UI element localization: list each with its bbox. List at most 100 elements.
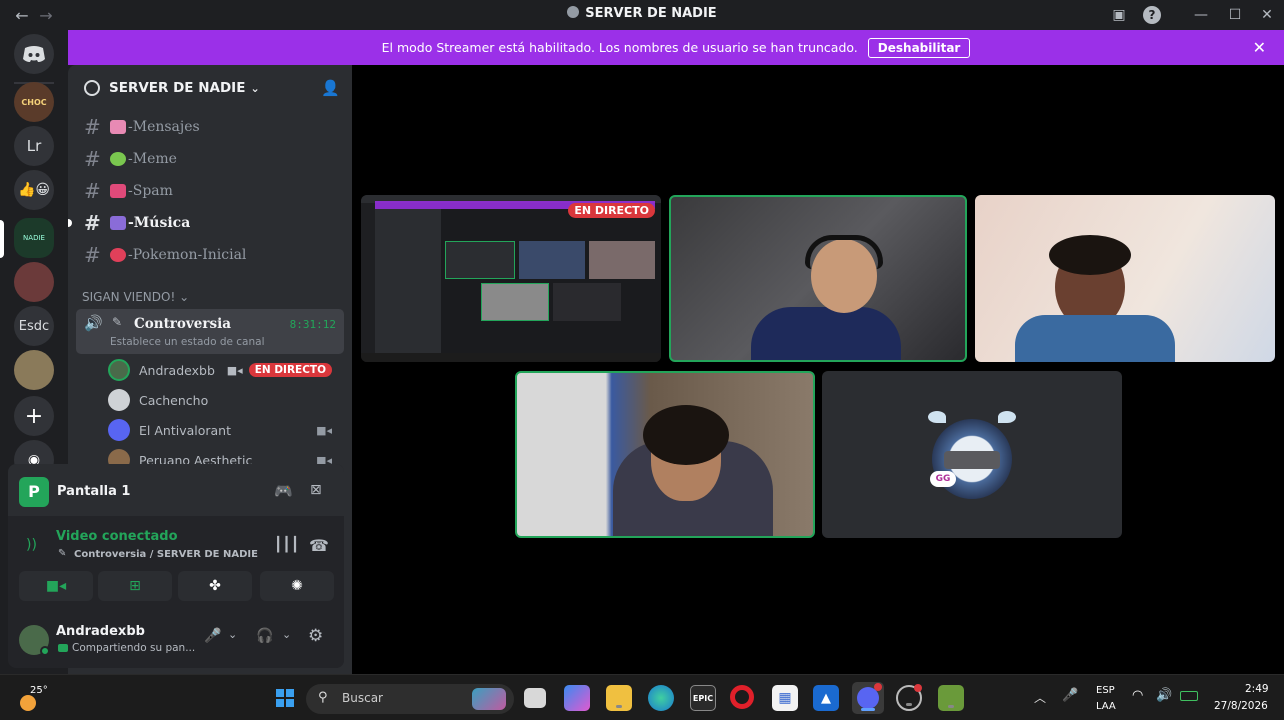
video-tile-2[interactable]	[669, 195, 967, 362]
disable-streamer-button[interactable]: Deshabilitar	[867, 37, 971, 58]
signal-icon: ))	[26, 537, 37, 553]
voice-channel-controversia[interactable]: 🔊 ✎ Controversia 8:31:12 Establece un es…	[76, 309, 344, 354]
online-status-dot	[40, 646, 50, 656]
activity-icon	[58, 644, 68, 652]
inbox-icon[interactable]: ▣	[1110, 6, 1128, 24]
guild-avatar-icon[interactable]	[14, 262, 54, 302]
copilot-icon[interactable]	[564, 685, 590, 711]
channel-musica[interactable]: # -Música	[76, 208, 344, 238]
user-area: Andradexbb Compartiendo su pan... 🎤 ⌄ 🎧 …	[8, 612, 344, 668]
disconnect-icon[interactable]: ☎	[309, 536, 329, 555]
help-icon[interactable]: ?	[1143, 6, 1161, 24]
avatar	[108, 389, 130, 411]
settings-gear-icon[interactable]: ⚙	[308, 626, 323, 646]
add-member-icon[interactable]: 👤	[321, 79, 340, 97]
guild-emoji-icon[interactable]: 👍😀	[14, 170, 54, 210]
remote-icon[interactable]: ▲	[813, 685, 839, 711]
video-stage: EN DIRECTO GG	[352, 65, 1284, 674]
gamepad-icon[interactable]: 🎮	[274, 482, 293, 500]
channel-meme[interactable]: # -Meme	[76, 144, 344, 174]
activities-icon: ✤	[209, 578, 221, 594]
pencil-icon: ✎	[58, 548, 67, 559]
add-server-icon[interactable]: +	[14, 396, 54, 436]
mail-emoji-icon	[110, 120, 126, 134]
start-button[interactable]	[272, 685, 298, 711]
chevron-up-icon[interactable]: ︿	[1034, 689, 1046, 706]
video-tile-4[interactable]	[515, 371, 815, 538]
search-highlight-icon	[472, 688, 506, 710]
channel-pokemon-inicial[interactable]: # -Pokemon-Inicial	[76, 240, 344, 270]
weather-icon	[20, 695, 36, 711]
music-emoji-icon	[110, 216, 126, 230]
camera-button[interactable]: ■◂	[19, 571, 93, 601]
server-header[interactable]: SERVER DE NADIE ⌄ 👤	[68, 65, 352, 111]
discord-taskbar-icon[interactable]	[852, 682, 884, 714]
video-tile-3[interactable]	[975, 195, 1275, 362]
hash-icon: #	[84, 147, 101, 171]
close-banner-icon[interactable]: ✕	[1253, 38, 1266, 57]
camera-icon: ■◂	[226, 363, 243, 377]
minecraft-icon[interactable]	[938, 685, 964, 711]
noise-suppression-icon[interactable]: ┃┃┃	[274, 537, 299, 553]
microphone-tray-icon[interactable]: 🎤	[1062, 688, 1078, 703]
close-window-icon[interactable]: ✕	[1258, 6, 1276, 24]
live-badge: EN DIRECTO	[568, 203, 655, 218]
chevron-down-icon[interactable]: ⌄	[228, 628, 237, 641]
maximize-icon[interactable]: ☐	[1226, 6, 1244, 24]
obs-icon[interactable]	[896, 684, 922, 711]
volume-icon[interactable]: 🔊	[1156, 688, 1172, 703]
minimize-icon[interactable]: —	[1192, 6, 1210, 24]
guild-esdc-icon[interactable]: Esdc	[14, 306, 54, 346]
category-sigan-viendo[interactable]: SIGAN VIENDO! ⌄	[82, 290, 189, 304]
stream-preview-row: P Pantalla 1 🎮 ⊠	[8, 464, 344, 516]
guild-image-icon[interactable]	[14, 350, 54, 390]
activities-button[interactable]: ✤	[178, 571, 252, 601]
forward-arrow-icon[interactable]: →	[36, 6, 56, 25]
channel-mensajes[interactable]: # -Mensajes	[76, 112, 344, 142]
chevron-down-icon: ⌄	[179, 290, 190, 304]
guild-chocolate-icon[interactable]: CHOC	[14, 82, 54, 122]
member-cachencho[interactable]: Cachencho	[108, 387, 338, 413]
search-icon: ⚲	[318, 690, 328, 705]
opera-icon[interactable]	[730, 685, 754, 709]
headphones-icon[interactable]: 🎧	[256, 628, 273, 644]
store-icon[interactable]: ▦	[772, 685, 798, 711]
back-arrow-icon[interactable]: ←	[12, 6, 32, 25]
chevron-down-icon[interactable]: ⌄	[282, 628, 291, 641]
screen-share-button[interactable]: ⊞	[98, 571, 172, 601]
speaker-icon: 🔊	[84, 314, 103, 332]
guild-server-de-nadie-icon[interactable]: NADIE	[14, 218, 54, 258]
stream-tile-screenshare[interactable]: EN DIRECTO	[361, 195, 661, 362]
live-badge: EN DIRECTO	[248, 363, 332, 377]
server-badge-icon	[84, 80, 100, 96]
file-explorer-icon[interactable]	[606, 685, 632, 711]
voice-panel: P Pantalla 1 🎮 ⊠ )) Video conectado ✎ Co…	[8, 464, 344, 668]
pokeball-emoji-icon	[110, 248, 126, 262]
server-icon-small	[567, 6, 580, 18]
discord-home-icon[interactable]	[14, 34, 54, 74]
megaphone-emoji-icon	[110, 184, 126, 198]
pencil-icon: ✎	[112, 315, 123, 329]
microphone-icon[interactable]: 🎤	[204, 628, 221, 644]
soundboard-button[interactable]: ✺	[260, 571, 334, 601]
epic-games-icon[interactable]: EPIC	[690, 685, 716, 711]
battery-icon[interactable]	[1180, 691, 1198, 701]
hash-icon: #	[84, 179, 101, 203]
weather-widget[interactable]: 25°	[16, 683, 56, 713]
edge-icon[interactable]	[648, 685, 674, 711]
streamer-mode-banner: El modo Streamer está habilitado. Los no…	[68, 30, 1284, 65]
title-bar: ← → SERVER DE NADIE ▣ ? — ☐ ✕	[0, 0, 1284, 30]
hash-icon: #	[84, 243, 101, 267]
taskbar-search[interactable]: ⚲ Buscar	[306, 684, 514, 714]
avatar	[108, 419, 130, 441]
hash-icon: #	[84, 211, 101, 235]
member-andradexbb[interactable]: Andradexbb ■◂ EN DIRECTO	[108, 357, 338, 383]
member-el-antivalorant[interactable]: El Antivalorant ■◂	[108, 417, 338, 443]
channel-spam[interactable]: # -Spam	[76, 176, 344, 206]
app-tile-icon: P	[19, 477, 49, 507]
video-tile-avatar[interactable]: GG	[822, 371, 1122, 538]
wifi-icon[interactable]: ◠	[1132, 688, 1143, 703]
task-view-icon[interactable]	[524, 688, 546, 708]
stop-stream-icon[interactable]: ⊠	[310, 482, 322, 498]
guild-lr-icon[interactable]: Lr	[14, 126, 54, 166]
